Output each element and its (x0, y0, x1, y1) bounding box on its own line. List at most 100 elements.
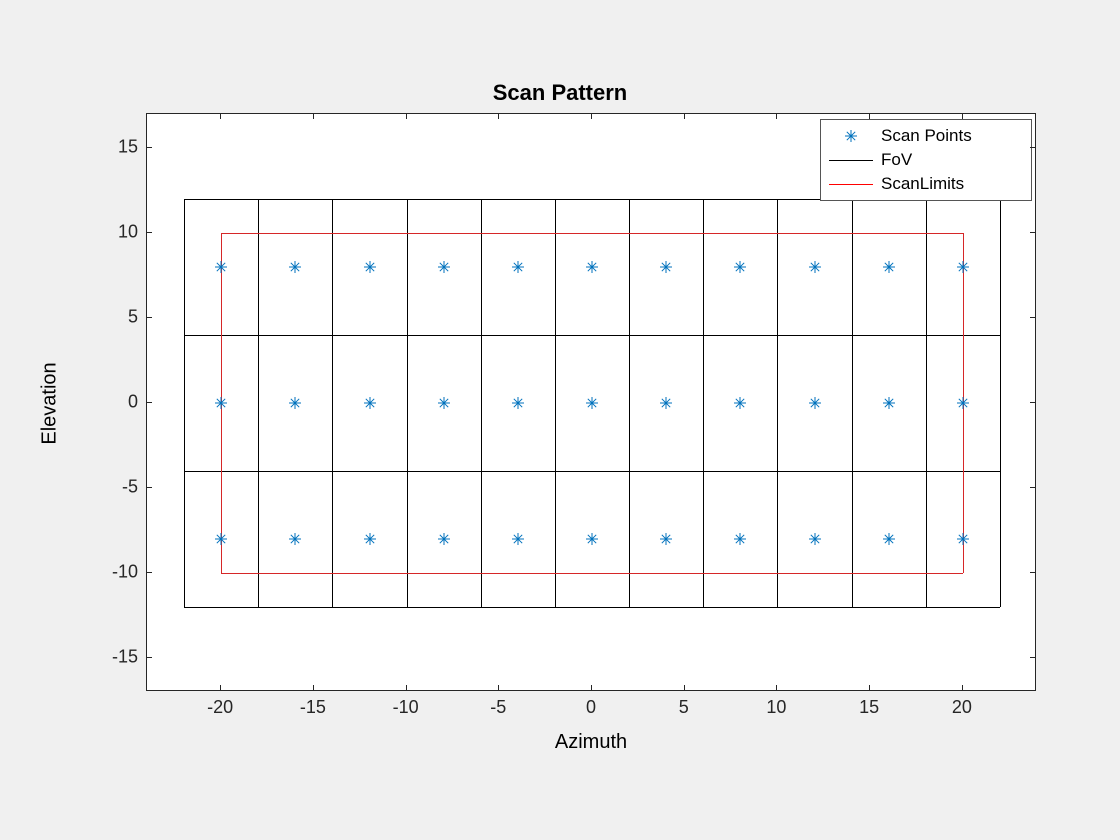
x-tick-mark (776, 685, 777, 691)
x-tick-mark (498, 685, 499, 691)
scan-point-marker (882, 260, 896, 274)
scan-point-marker (733, 260, 747, 274)
y-tick-label: 5 (98, 307, 138, 328)
legend-entry-scan-points: Scan Points (829, 124, 1023, 148)
scanlimits-edge (221, 573, 963, 574)
x-tick-mark (313, 685, 314, 691)
scan-point-marker (808, 260, 822, 274)
legend-label: Scan Points (881, 126, 972, 146)
fov-vline (703, 199, 704, 607)
scan-point-marker (659, 532, 673, 546)
scan-point-marker (511, 396, 525, 410)
x-tick-mark (776, 113, 777, 119)
scan-point-marker (363, 260, 377, 274)
scan-point-marker (882, 396, 896, 410)
x-tick-mark (498, 113, 499, 119)
fov-vline (481, 199, 482, 607)
x-tick-mark (684, 685, 685, 691)
x-tick-label: 20 (952, 697, 972, 718)
fov-vline (555, 199, 556, 607)
y-tick-label: -5 (98, 477, 138, 498)
scan-point-marker (808, 396, 822, 410)
line-icon (829, 174, 873, 194)
legend-label: FoV (881, 150, 912, 170)
y-tick-mark (1030, 147, 1036, 148)
x-tick-mark (962, 685, 963, 691)
line-icon (829, 150, 873, 170)
y-tick-label: -10 (98, 562, 138, 583)
scan-point-marker (585, 396, 599, 410)
y-tick-mark (1030, 657, 1036, 658)
x-tick-label: 10 (766, 697, 786, 718)
y-tick-mark (146, 232, 152, 233)
y-tick-label: 15 (98, 137, 138, 158)
x-tick-mark (684, 113, 685, 119)
x-tick-label: -15 (300, 697, 326, 718)
y-tick-label: 10 (98, 222, 138, 243)
fov-vline (332, 199, 333, 607)
figure: Scan Pattern Azimuth Elevation Scan Poin… (0, 0, 1120, 840)
x-tick-mark (406, 685, 407, 691)
legend-entry-scanlimits: ScanLimits (829, 172, 1023, 196)
scan-point-marker (659, 396, 673, 410)
x-tick-label: -20 (207, 697, 233, 718)
fov-vline (184, 199, 185, 607)
fov-vline (926, 199, 927, 607)
y-tick-mark (146, 317, 152, 318)
fov-vline (629, 199, 630, 607)
fov-hline (184, 335, 1000, 336)
y-tick-mark (1030, 487, 1036, 488)
y-tick-label: -15 (98, 647, 138, 668)
fov-vline (777, 199, 778, 607)
chart-title: Scan Pattern (0, 80, 1120, 106)
x-tick-mark (591, 685, 592, 691)
y-tick-mark (146, 657, 152, 658)
x-tick-mark (220, 113, 221, 119)
x-tick-mark (962, 113, 963, 119)
scanlimits-edge (221, 233, 963, 234)
scan-point-marker (437, 260, 451, 274)
scan-point-marker (437, 396, 451, 410)
x-tick-mark (220, 685, 221, 691)
legend[interactable]: Scan Points FoV ScanLimits (820, 119, 1032, 201)
scan-point-marker (511, 260, 525, 274)
scan-point-marker (882, 532, 896, 546)
scan-point-marker (511, 532, 525, 546)
y-tick-mark (1030, 317, 1036, 318)
x-tick-mark (313, 113, 314, 119)
x-tick-label: -10 (393, 697, 419, 718)
y-axis-label: Elevation (39, 304, 62, 504)
fov-vline (1000, 199, 1001, 607)
scan-point-marker (733, 532, 747, 546)
x-tick-mark (869, 685, 870, 691)
scan-point-marker (585, 532, 599, 546)
y-tick-mark (1030, 232, 1036, 233)
scan-point-marker (363, 396, 377, 410)
scan-point-marker (288, 260, 302, 274)
y-tick-mark (146, 487, 152, 488)
y-tick-label: 0 (98, 392, 138, 413)
scan-point-marker (288, 396, 302, 410)
scan-point-marker (437, 532, 451, 546)
scan-point-marker (733, 396, 747, 410)
x-tick-mark (869, 113, 870, 119)
fov-vline (852, 199, 853, 607)
y-tick-mark (146, 402, 152, 403)
scan-point-marker (585, 260, 599, 274)
y-tick-mark (146, 147, 152, 148)
x-tick-label: 0 (586, 697, 596, 718)
legend-label: ScanLimits (881, 174, 964, 194)
x-axis-label: Azimuth (146, 731, 1036, 754)
fov-vline (407, 199, 408, 607)
y-tick-mark (146, 572, 152, 573)
x-tick-mark (406, 113, 407, 119)
x-tick-label: 5 (679, 697, 689, 718)
scan-point-marker (659, 260, 673, 274)
scanlimits-edge (963, 233, 964, 573)
y-tick-mark (1030, 402, 1036, 403)
x-tick-label: -5 (490, 697, 506, 718)
x-tick-mark (591, 113, 592, 119)
fov-hline (184, 471, 1000, 472)
scan-point-marker (808, 532, 822, 546)
scan-point-marker (288, 532, 302, 546)
